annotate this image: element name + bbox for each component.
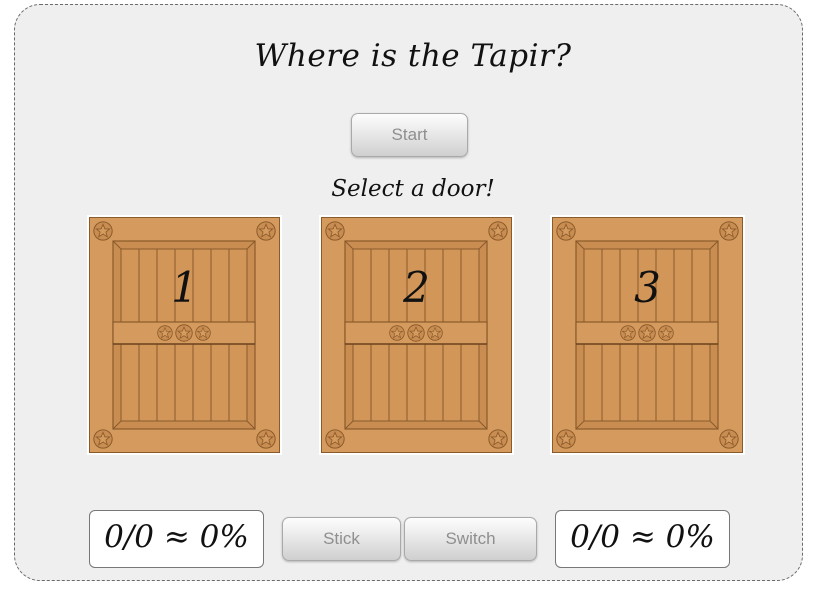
door-3-graphic	[552, 217, 743, 453]
door-3[interactable]: 3	[550, 215, 745, 455]
instruction-text: Select a door!	[331, 176, 495, 202]
door-2-number: 2	[403, 263, 430, 312]
door-3-number: 3	[634, 263, 661, 312]
switch-button[interactable]: Switch	[404, 517, 537, 561]
page-title: Where is the Tapir?	[254, 38, 572, 74]
stick-button[interactable]: Stick	[282, 517, 401, 561]
stick-score: 0/0 ≈ 0%	[89, 510, 264, 568]
door-2[interactable]: 2	[319, 215, 514, 455]
door-2-graphic	[321, 217, 512, 453]
start-button[interactable]: Start	[351, 113, 468, 157]
door-1[interactable]: 1	[87, 215, 282, 455]
switch-score: 0/0 ≈ 0%	[555, 510, 730, 568]
door-1-graphic	[89, 217, 280, 453]
door-1-number: 1	[171, 263, 198, 312]
